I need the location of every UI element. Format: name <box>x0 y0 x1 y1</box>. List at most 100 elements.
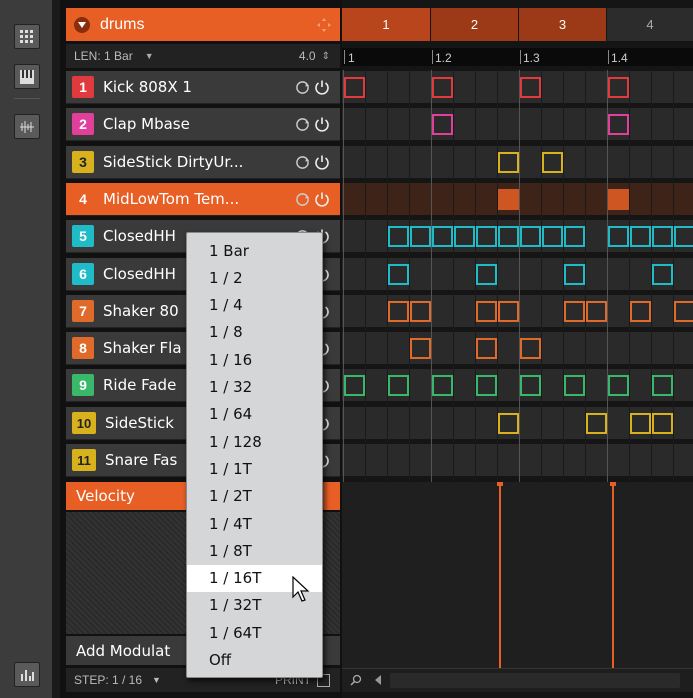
step-note[interactable] <box>542 152 563 173</box>
loop-icon[interactable] <box>295 80 310 95</box>
power-icon[interactable] <box>314 154 330 170</box>
dropdown-option[interactable]: 1 / 8T <box>187 537 322 564</box>
step-note[interactable] <box>586 413 607 434</box>
step-note[interactable] <box>564 226 585 247</box>
step-note[interactable] <box>388 301 409 322</box>
chevron-down-icon[interactable]: ▼ <box>152 675 161 685</box>
dropdown-option[interactable]: 1 / 16 <box>187 346 322 373</box>
step-note[interactable] <box>674 226 693 247</box>
length-label[interactable]: LEN: 1 Bar <box>74 49 133 63</box>
bar-marker-3[interactable]: 3 <box>519 8 606 41</box>
step-note[interactable] <box>652 264 673 285</box>
step-note[interactable] <box>498 189 519 210</box>
grid-row[interactable] <box>342 444 693 477</box>
step-note[interactable] <box>608 226 629 247</box>
chevron-down-icon[interactable] <box>74 16 90 33</box>
step-note[interactable] <box>432 226 453 247</box>
dropdown-option[interactable]: 1 / 4T <box>187 510 322 537</box>
velocity-bar[interactable] <box>612 486 614 668</box>
step-length-dropdown[interactable]: 1 Bar 1 / 21 / 41 / 81 / 16 1 / 32 1 / 64 1 … <box>186 232 323 678</box>
drag-icon[interactable] <box>316 17 332 33</box>
step-note[interactable] <box>388 375 409 396</box>
step-note[interactable] <box>476 264 497 285</box>
dropdown-option[interactable]: 1 / 32 <box>187 374 322 401</box>
step-note[interactable] <box>498 413 519 434</box>
step-note[interactable] <box>498 301 519 322</box>
power-icon[interactable] <box>314 191 330 207</box>
step-note[interactable] <box>586 301 607 322</box>
step-note[interactable] <box>564 301 585 322</box>
grid-row[interactable] <box>342 332 693 365</box>
step-note[interactable] <box>520 226 541 247</box>
step-note[interactable] <box>410 226 431 247</box>
stepper-icon[interactable]: ⇕ <box>322 51 330 62</box>
sound-name[interactable]: SideStick DirtyUr... <box>103 153 283 171</box>
scrollbar-thumb[interactable] <box>390 673 680 688</box>
bar-marker-1[interactable]: 1 <box>342 8 430 41</box>
bar-marker-4[interactable]: 4 <box>607 8 693 41</box>
dropdown-option[interactable]: 1 / 8 <box>187 319 322 346</box>
velocity-lane[interactable] <box>342 482 693 668</box>
arrow-left-icon[interactable] <box>374 675 382 685</box>
horizontal-scrollbar[interactable] <box>342 668 693 692</box>
step-note[interactable] <box>476 375 497 396</box>
step-note[interactable] <box>344 77 365 98</box>
dropdown-option[interactable]: 1 / 2 <box>187 264 322 291</box>
step-note[interactable] <box>476 301 497 322</box>
step-note[interactable] <box>630 301 651 322</box>
sound-name[interactable]: Kick 808X 1 <box>103 78 283 96</box>
dropdown-option[interactable]: 1 / 1T <box>187 455 322 482</box>
step-note[interactable] <box>410 338 431 359</box>
velocity-bar[interactable] <box>499 486 501 668</box>
dropdown-option[interactable]: 1 / 64T <box>187 619 322 646</box>
timeline-ruler[interactable]: 1 1.2 1.3 1.4 <box>342 48 693 66</box>
power-icon[interactable] <box>314 79 330 95</box>
length-value[interactable]: 4.0 <box>299 49 316 63</box>
step-note[interactable] <box>564 375 585 396</box>
mixer-button[interactable] <box>14 662 40 687</box>
step-note[interactable] <box>432 114 453 135</box>
step-note[interactable] <box>608 114 629 135</box>
step-note[interactable] <box>476 226 497 247</box>
loop-icon[interactable] <box>295 117 310 132</box>
dropdown-option[interactable]: 1 / 128 <box>187 428 322 455</box>
search-icon[interactable] <box>350 674 362 686</box>
step-note[interactable] <box>520 375 541 396</box>
step-note[interactable] <box>608 77 629 98</box>
dropdown-option[interactable]: Off <box>187 647 322 674</box>
step-note[interactable] <box>432 375 453 396</box>
piano-roll-button[interactable] <box>14 64 40 89</box>
dropdown-option[interactable]: 1 / 4 <box>187 292 322 319</box>
sound-name[interactable]: Clap Mbase <box>103 115 283 133</box>
step-note[interactable] <box>454 226 475 247</box>
step-note[interactable] <box>564 264 585 285</box>
step-note[interactable] <box>542 226 563 247</box>
pattern-header[interactable]: drums <box>66 8 340 41</box>
loop-icon[interactable] <box>295 192 310 207</box>
step-note[interactable] <box>520 77 541 98</box>
sound-slot[interactable]: 4 MidLowTom Tem... <box>66 183 340 216</box>
sound-slot[interactable]: 1 Kick 808X 1 <box>66 71 340 104</box>
sound-slot[interactable]: 3 SideStick DirtyUr... <box>66 146 340 179</box>
step-note[interactable] <box>498 226 519 247</box>
grid-row[interactable] <box>342 108 693 141</box>
dropdown-option[interactable]: 1 / 2T <box>187 483 322 510</box>
step-note[interactable] <box>608 189 629 210</box>
step-note[interactable] <box>498 152 519 173</box>
dropdown-option[interactable]: 1 / 64 <box>187 401 322 428</box>
step-note[interactable] <box>608 375 629 396</box>
chevron-down-icon[interactable]: ▼ <box>145 51 154 61</box>
step-note[interactable] <box>630 413 651 434</box>
length-selector[interactable]: LEN: 1 Bar ▼ 4.0 ⇕ <box>66 44 340 68</box>
step-note[interactable] <box>630 226 651 247</box>
waveform-button[interactable] <box>14 114 40 139</box>
sound-slot[interactable]: 2 Clap Mbase <box>66 108 340 141</box>
step-grid[interactable]: 1 2 3 4 1 1.2 1.3 1.4 <box>342 0 693 698</box>
step-note[interactable] <box>652 413 673 434</box>
step-note[interactable] <box>520 338 541 359</box>
dropdown-option[interactable]: 1 Bar <box>187 237 322 264</box>
step-note[interactable] <box>388 226 409 247</box>
step-note[interactable] <box>652 226 673 247</box>
step-note[interactable] <box>344 375 365 396</box>
step-note[interactable] <box>652 375 673 396</box>
